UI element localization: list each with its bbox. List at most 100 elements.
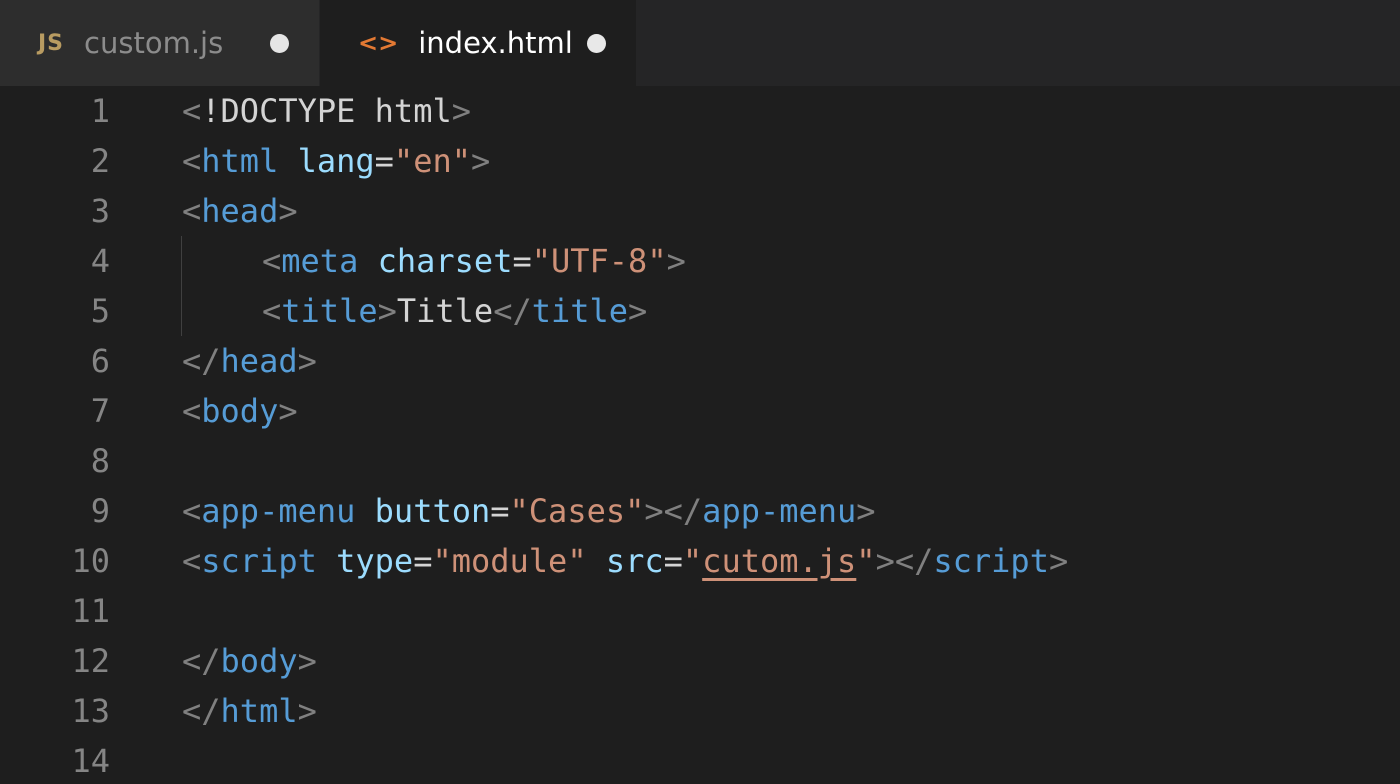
- line-content: </html>: [182, 692, 317, 730]
- punctuation: >: [278, 192, 298, 230]
- code-line[interactable]: 1 <!DOCTYPE html>: [0, 86, 1400, 136]
- code-editor[interactable]: 1 <!DOCTYPE html> 2 <html lang="en"> 3 <…: [0, 86, 1400, 784]
- punctuation: <: [182, 392, 202, 430]
- attribute-value: "en": [393, 142, 471, 180]
- javascript-file-icon: JS: [38, 30, 65, 56]
- punctuation: >: [875, 542, 895, 580]
- tab-custom-js[interactable]: JS custom.js: [0, 0, 320, 86]
- punctuation: >: [377, 292, 397, 330]
- line-content: <!DOCTYPE html>: [182, 92, 471, 130]
- unsaved-changes-dot-icon[interactable]: [270, 33, 289, 53]
- line-number: 3: [90, 192, 110, 230]
- tag-name: meta: [281, 242, 359, 280]
- punctuation: >: [470, 142, 491, 180]
- line-content: <app-menu button="Cases"></app-menu>: [182, 492, 876, 530]
- punctuation: <: [182, 142, 202, 180]
- punctuation: >: [628, 292, 648, 330]
- line-number: 8: [90, 442, 110, 480]
- code-line[interactable]: 12 </body>: [0, 636, 1400, 686]
- punctuation: <: [182, 92, 202, 130]
- tag-name: body: [220, 642, 298, 680]
- tab-label: index.html: [418, 26, 573, 60]
- code-line[interactable]: 10 <script type="module" src="cutom.js">…: [0, 536, 1400, 586]
- punctuation: <: [182, 192, 202, 230]
- attribute-name: button: [374, 492, 491, 530]
- punctuation: </: [182, 342, 221, 380]
- punctuation: <: [262, 292, 282, 330]
- tag-name: script: [933, 542, 1049, 580]
- line-content: </head>: [182, 342, 317, 380]
- code-line[interactable]: 7 <body>: [0, 386, 1400, 436]
- punctuation: <: [182, 542, 202, 580]
- tag-name: title: [531, 292, 629, 330]
- line-content: <head>: [182, 192, 298, 230]
- quote: ": [856, 542, 876, 580]
- attribute-name: type: [336, 542, 414, 580]
- equals: =: [413, 542, 433, 580]
- tag-name: script: [201, 542, 317, 580]
- line-number: 13: [71, 692, 110, 730]
- line-number: 5: [90, 292, 110, 330]
- line-number: 6: [90, 342, 110, 380]
- tab-index-html[interactable]: <> index.html: [320, 0, 636, 86]
- punctuation: </: [493, 292, 532, 330]
- line-content: </body>: [182, 642, 317, 680]
- punctuation: <: [182, 492, 202, 530]
- line-content: <body>: [182, 392, 298, 430]
- line-content: <meta charset="UTF-8">: [262, 242, 686, 280]
- line-number: 4: [90, 242, 110, 280]
- tag-name: head: [201, 192, 279, 230]
- code-line[interactable]: 2 <html lang="en">: [0, 136, 1400, 186]
- punctuation: >: [297, 642, 317, 680]
- tag-name: title: [281, 292, 378, 330]
- line-number: 1: [90, 92, 110, 130]
- equals: =: [374, 142, 394, 180]
- attribute-value: "Cases": [509, 492, 645, 530]
- unsaved-changes-dot-icon[interactable]: [587, 33, 606, 53]
- line-content: <script type="module" src="cutom.js"></s…: [182, 542, 1068, 580]
- tag-name: html: [201, 142, 279, 180]
- punctuation: </: [894, 542, 934, 580]
- editor-tab-bar: JS custom.js <> index.html: [0, 0, 1400, 86]
- punctuation: >: [644, 492, 664, 530]
- text-content: Title: [396, 292, 494, 330]
- line-number: 11: [71, 592, 110, 630]
- code-line[interactable]: 13 </html>: [0, 686, 1400, 736]
- tag-name: head: [220, 342, 298, 380]
- tag-name: app-menu: [201, 492, 356, 530]
- attribute-name: lang: [297, 142, 375, 180]
- quote: ": [682, 542, 703, 580]
- code-line[interactable]: 9 <app-menu button="Cases"></app-menu>: [0, 486, 1400, 536]
- line-content: <title>Title</title>: [262, 292, 647, 330]
- src-file-link[interactable]: cutom.js: [702, 542, 856, 580]
- punctuation: </: [663, 492, 703, 530]
- tag-name: body: [201, 392, 279, 430]
- doctype: !DOCTYPE html: [201, 92, 452, 130]
- tab-label: custom.js: [84, 26, 224, 60]
- code-line[interactable]: 14: [0, 736, 1400, 784]
- line-number: 7: [90, 392, 110, 430]
- equals: =: [663, 542, 683, 580]
- line-number: 10: [71, 542, 110, 580]
- punctuation: </: [182, 692, 221, 730]
- code-line[interactable]: 8: [0, 436, 1400, 486]
- line-number: 9: [90, 492, 110, 530]
- punctuation: >: [278, 392, 298, 430]
- code-line[interactable]: 5 <title>Title</title>: [0, 286, 1400, 336]
- attribute-name: src: [605, 542, 664, 580]
- punctuation: >: [1048, 542, 1069, 580]
- equals: =: [490, 492, 510, 530]
- equals: =: [512, 242, 532, 280]
- line-number: 12: [71, 642, 110, 680]
- code-line[interactable]: 4 <meta charset="UTF-8">: [0, 236, 1400, 286]
- attribute-value: "UTF-8": [531, 242, 667, 280]
- punctuation: >: [451, 92, 471, 130]
- punctuation: >: [297, 692, 317, 730]
- code-line[interactable]: 3 <head>: [0, 186, 1400, 236]
- code-line[interactable]: 6 </head>: [0, 336, 1400, 386]
- attribute-value: "module": [432, 542, 587, 580]
- punctuation: >: [297, 342, 317, 380]
- line-number: 14: [71, 742, 110, 780]
- code-line[interactable]: 11: [0, 586, 1400, 636]
- line-content: <html lang="en">: [182, 142, 490, 180]
